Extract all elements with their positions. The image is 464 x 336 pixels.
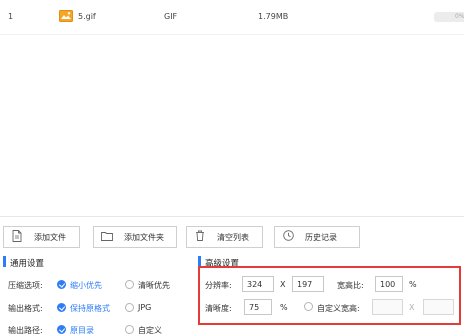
format-jpg-label[interactable]: JPG	[138, 303, 151, 312]
compress-clear-radio[interactable]	[125, 280, 134, 289]
format-label: 输出格式:	[8, 304, 43, 313]
add-folder-button[interactable]: 添加文件夹	[93, 226, 177, 248]
add-file-label: 添加文件	[34, 232, 66, 242]
folder-icon	[100, 231, 114, 244]
custom-size-label[interactable]: 自定义宽高:	[317, 303, 360, 314]
output-label: 输出路径:	[8, 326, 43, 335]
custom-size-radio[interactable]	[304, 302, 313, 311]
row-index: 1	[8, 12, 14, 21]
file-size: 1.79MB	[258, 12, 289, 21]
history-button[interactable]: 历史记录	[274, 226, 360, 248]
width-input[interactable]: 324	[242, 276, 274, 292]
trash-icon	[193, 230, 207, 244]
clock-icon	[281, 230, 295, 244]
custom-width-input[interactable]	[372, 299, 403, 315]
file-type: GIF	[164, 12, 178, 21]
compress-clear-label[interactable]: 清晰优先	[138, 280, 170, 291]
output-custom-label[interactable]: 自定义	[138, 325, 162, 336]
clarity-unit: %	[280, 303, 288, 312]
general-settings-title: 通用设置	[10, 259, 45, 269]
clarity-label: 清晰度:	[205, 304, 232, 313]
clear-list-button[interactable]: 清空列表	[186, 226, 263, 248]
custom-size-separator: X	[409, 303, 415, 312]
add-file-button[interactable]: 添加文件	[3, 226, 80, 248]
custom-height-input[interactable]	[423, 299, 454, 315]
format-jpg-radio[interactable]	[125, 303, 134, 312]
format-keep-radio[interactable]	[57, 303, 66, 312]
add-folder-label: 添加文件夹	[124, 232, 164, 242]
clear-list-label: 清空列表	[217, 232, 249, 242]
file-icon	[10, 229, 24, 245]
aspect-ratio-unit: %	[409, 280, 417, 289]
resolution-separator: X	[280, 280, 286, 289]
aspect-ratio-input[interactable]: 100	[375, 276, 403, 292]
history-label: 历史记录	[305, 232, 337, 242]
compress-label: 压缩选项:	[8, 281, 43, 290]
file-name: 5.gif	[78, 12, 96, 21]
general-section-bar	[3, 256, 6, 267]
compress-small-radio[interactable]	[57, 280, 66, 289]
format-keep-label[interactable]: 保持原格式	[70, 303, 110, 314]
gif-file-icon	[59, 10, 73, 22]
table-row[interactable]: 1 5.gif GIF 1.79MB 0%	[0, 6, 464, 28]
height-input[interactable]: 197	[292, 276, 324, 292]
progress-text: 0%	[455, 13, 464, 20]
aspect-ratio-label: 宽高比:	[337, 281, 364, 290]
resolution-label: 分辨率:	[205, 281, 232, 290]
toolbar-divider	[0, 216, 464, 217]
highlight-box	[198, 266, 461, 325]
table-divider	[0, 34, 464, 35]
output-origin-label[interactable]: 原目录	[70, 325, 94, 336]
compress-small-label[interactable]: 缩小优先	[70, 280, 102, 291]
clarity-input[interactable]: 75	[244, 299, 272, 315]
